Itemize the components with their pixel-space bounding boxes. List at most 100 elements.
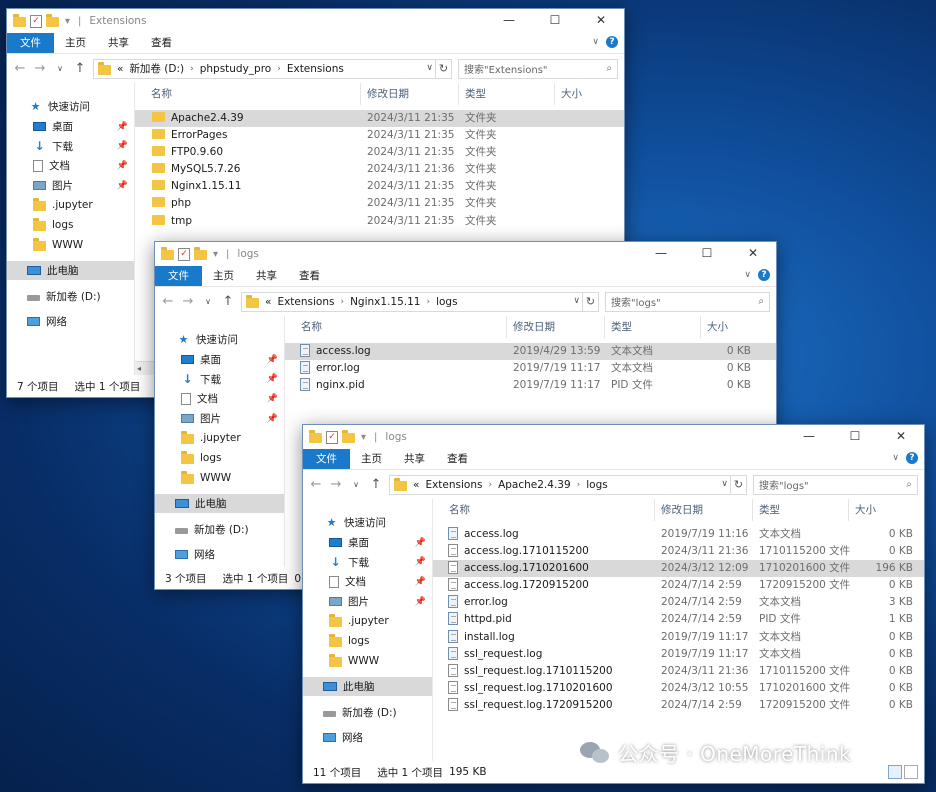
tab-view[interactable]: 查看 <box>436 449 479 469</box>
chevron-down-icon[interactable]: ∨ <box>744 270 751 280</box>
column-size[interactable]: 大小 <box>701 316 765 338</box>
file-row[interactable]: Apache2.4.39 2024/3/11 21:35 文件夹 <box>135 110 624 128</box>
chevron-down-icon[interactable]: ∨ <box>592 37 599 47</box>
title-bar[interactable]: ✓ ▾ | logs — ☐ ✕ <box>303 425 924 449</box>
nav-this-pc[interactable]: 此电脑 <box>303 676 432 697</box>
chevron-right-icon[interactable]: › <box>277 64 281 74</box>
nav-network[interactable]: 网络 <box>155 545 284 565</box>
file-row[interactable]: access.log.1710115200 2024/3/11 21:36 1710… <box>433 543 924 560</box>
nav-network[interactable]: 网络 <box>303 728 432 748</box>
nav-www[interactable]: WWW <box>155 468 284 488</box>
chevron-right-icon[interactable]: › <box>426 297 430 307</box>
properties-icon[interactable]: ✓ <box>30 14 42 28</box>
maximize-button[interactable]: ☐ <box>684 242 730 266</box>
tab-share[interactable]: 共享 <box>393 449 436 469</box>
nav-www[interactable]: WWW <box>303 651 432 671</box>
chevron-down-icon[interactable]: ∨ <box>426 63 433 73</box>
file-row[interactable]: ssl_request.log.1720915200 2024/7/14 2:59… <box>433 697 924 714</box>
nav-jupyter[interactable]: .jupyter <box>303 611 432 631</box>
tab-home[interactable]: 主页 <box>54 33 97 53</box>
file-row[interactable]: MySQL5.7.26 2024/3/11 21:36 文件夹 <box>135 161 624 178</box>
recent-locations-icon[interactable]: ∨ <box>349 480 363 489</box>
chevron-right-icon[interactable]: › <box>340 297 344 307</box>
close-button[interactable]: ✕ <box>730 242 776 266</box>
nav-jupyter[interactable]: .jupyter <box>7 195 134 215</box>
scroll-left-icon[interactable]: ◂ <box>135 364 141 373</box>
file-row[interactable]: ErrorPages 2024/3/11 21:35 文件夹 <box>135 127 624 144</box>
file-row[interactable]: access.log.1710201600 2024/3/12 12:09 1710… <box>433 560 924 578</box>
breadcrumb-overflow[interactable]: « <box>413 479 419 491</box>
nav-quick-access[interactable]: ★ 快速访问 <box>7 97 134 117</box>
tab-view[interactable]: 查看 <box>288 266 331 286</box>
column-name[interactable]: 名称 <box>295 316 507 338</box>
minimize-button[interactable]: — <box>638 242 684 266</box>
title-bar[interactable]: ✓ ▾ | Extensions — ☐ ✕ <box>7 9 624 33</box>
file-row[interactable]: install.log 2019/7/19 11:17 文本文档 0 KB <box>433 629 924 646</box>
tab-file[interactable]: 文件 <box>155 266 202 286</box>
file-row[interactable]: access.log 2019/7/19 11:16 文本文档 0 KB <box>433 526 924 543</box>
recent-locations-icon[interactable]: ∨ <box>201 297 215 306</box>
nav-drive-d[interactable]: 新加卷 (D:) <box>303 702 432 722</box>
nav-quick-access[interactable]: ★ 快速访问 <box>303 513 432 533</box>
chevron-down-icon[interactable]: ∨ <box>573 296 580 306</box>
minimize-button[interactable]: — <box>786 425 832 449</box>
up-arrow-icon[interactable]: ↑ <box>73 61 87 76</box>
file-row[interactable]: access.log 2019/4/29 13:59 文本文档 0 KB <box>285 343 776 361</box>
nav-this-pc[interactable]: 此电脑 <box>7 260 134 281</box>
nav-www[interactable]: WWW <box>7 235 134 255</box>
maximize-button[interactable]: ☐ <box>532 9 578 33</box>
tab-file[interactable]: 文件 <box>303 449 350 469</box>
file-row[interactable]: Nginx1.15.11 2024/3/11 21:35 文件夹 <box>135 178 624 195</box>
nav-logs[interactable]: logs <box>7 215 134 235</box>
file-row[interactable]: tmp 2024/3/11 21:35 文件夹 <box>135 213 624 230</box>
tab-view[interactable]: 查看 <box>140 33 183 53</box>
column-type[interactable]: 类型 <box>753 499 849 521</box>
nav-desktop[interactable]: 桌面 📌 <box>7 117 134 137</box>
file-row[interactable]: ssl_request.log 2019/7/19 11:17 文本文档 0 KB <box>433 646 924 663</box>
nav-documents[interactable]: 文档 📌 <box>303 572 432 592</box>
forward-arrow-icon[interactable]: → <box>33 61 47 76</box>
maximize-button[interactable]: ☐ <box>832 425 878 449</box>
file-row[interactable]: httpd.pid 2024/7/14 2:59 PID 文件 1 KB <box>433 611 924 628</box>
explorer-window-apache-logs[interactable]: ✓ ▾ | logs — ☐ ✕ 文件 主页 共享 查看 ∨? ← → ∨ ↑ … <box>302 424 925 784</box>
breadcrumb-overflow[interactable]: « <box>117 63 123 75</box>
file-row[interactable]: FTP0.9.60 2024/3/11 21:35 文件夹 <box>135 144 624 161</box>
nav-desktop[interactable]: 桌面 📌 <box>155 350 284 370</box>
forward-arrow-icon[interactable]: → <box>181 294 195 309</box>
search-input[interactable]: 搜索"logs" ⌕ <box>605 291 770 312</box>
column-name[interactable]: 名称 <box>145 83 361 105</box>
up-arrow-icon[interactable]: ↑ <box>221 294 235 309</box>
refresh-icon[interactable]: ↻ <box>435 59 451 78</box>
help-icon[interactable]: ? <box>606 36 618 48</box>
nav-downloads[interactable]: ↓ 下载 📌 <box>155 369 284 389</box>
breadcrumb-logs[interactable]: logs <box>586 479 607 491</box>
nav-drive-d[interactable]: 新加卷 (D:) <box>155 519 284 539</box>
recent-locations-icon[interactable]: ∨ <box>53 64 67 73</box>
nav-desktop[interactable]: 桌面 📌 <box>303 533 432 553</box>
search-input[interactable]: 搜索"logs" ⌕ <box>753 474 918 495</box>
new-folder-icon[interactable] <box>194 247 207 260</box>
new-folder-icon[interactable] <box>46 14 59 27</box>
back-arrow-icon[interactable]: ← <box>309 477 323 492</box>
tab-share[interactable]: 共享 <box>97 33 140 53</box>
chevron-down-icon[interactable]: ∨ <box>892 453 899 463</box>
breadcrumb-logs[interactable]: logs <box>436 296 457 308</box>
file-row[interactable]: error.log 2019/7/19 11:17 文本文档 0 KB <box>285 360 776 377</box>
title-bar[interactable]: ✓ ▾ | logs — ☐ ✕ <box>155 242 776 266</box>
chevron-right-icon[interactable]: › <box>488 480 492 490</box>
nav-documents[interactable]: 文档 📌 <box>7 156 134 176</box>
nav-documents[interactable]: 文档 📌 <box>155 389 284 409</box>
customize-toolbar-icon[interactable]: ▾ <box>213 249 218 260</box>
breadcrumb-overflow[interactable]: « <box>265 296 271 308</box>
customize-toolbar-icon[interactable]: ▾ <box>65 16 70 27</box>
nav-pictures[interactable]: 图片 📌 <box>7 176 134 196</box>
nav-pictures[interactable]: 图片 📌 <box>303 592 432 612</box>
nav-pictures[interactable]: 图片 📌 <box>155 409 284 429</box>
column-name[interactable]: 名称 <box>443 499 655 521</box>
address-path[interactable]: « 新加卷 (D:) › phpstudy_pro › Extensions ∨… <box>93 58 452 79</box>
address-path[interactable]: « Extensions › Apache2.4.39 › logs ∨ ↻ <box>389 474 747 495</box>
properties-icon[interactable]: ✓ <box>178 247 190 261</box>
search-input[interactable]: 搜索"Extensions" ⌕ <box>458 58 618 79</box>
nav-downloads[interactable]: ↓ 下载 📌 <box>7 136 134 156</box>
details-view-icon[interactable] <box>888 765 902 779</box>
